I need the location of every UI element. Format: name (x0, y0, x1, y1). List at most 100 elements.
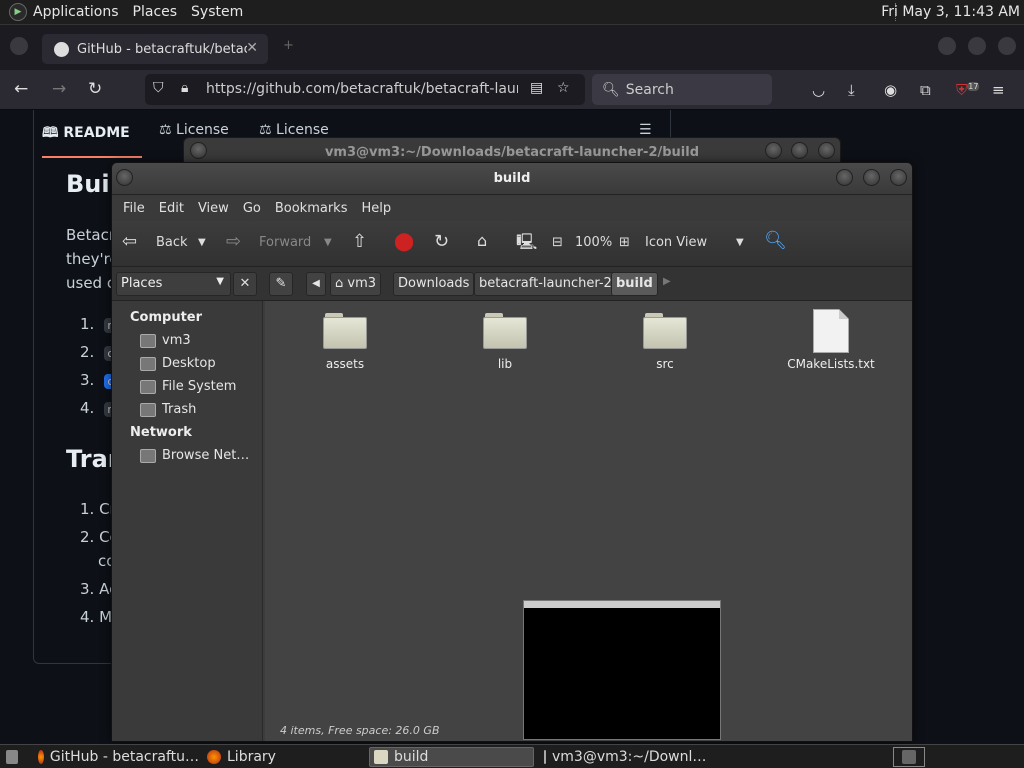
breadcrumb-downloads[interactable]: Downloads (393, 272, 475, 296)
back-button[interactable]: Back (156, 235, 188, 250)
browser-tab[interactable]: GitHub - betacraftuk/betacr ✕ (42, 34, 268, 64)
maximize-button[interactable] (968, 37, 986, 55)
zoom-level: 100% (575, 235, 613, 250)
url-text[interactable]: https://github.com/betacraftuk/betacraft… (206, 81, 518, 97)
account-icon[interactable]: ◉ (884, 81, 897, 99)
forward-arrow-icon[interactable]: ⇨ (226, 231, 241, 252)
reload-icon[interactable]: ↻ (88, 79, 102, 99)
breadcrumb-left-arrow-icon[interactable]: ◀ (306, 272, 326, 296)
taskbar-item-build[interactable]: build (369, 747, 534, 767)
stop-icon[interactable]: ⬤ (394, 231, 414, 252)
browser-tab-bar: GitHub - betacraftuk/betacr ✕ + (0, 25, 1024, 70)
hamburger-menu-icon[interactable]: ≡ (992, 81, 1005, 99)
reader-view-icon[interactable]: ▤ (530, 80, 543, 96)
ublock-icon[interactable]: ⛨17 (956, 81, 980, 99)
places-menu[interactable]: Places (133, 4, 178, 20)
sidebar-heading-network: Network (130, 425, 192, 440)
close-tab-icon[interactable]: ✕ (246, 40, 258, 56)
menu-bookmarks[interactable]: Bookmarks (275, 201, 348, 216)
back-arrow-icon[interactable]: ← (14, 79, 28, 99)
extensions-icon[interactable]: ⧉ (920, 81, 931, 99)
sidebar-item-file-system[interactable]: File System (140, 379, 236, 394)
file-manager-titlebar[interactable]: build (112, 163, 912, 195)
downloads-icon[interactable]: ⤓ (848, 81, 855, 99)
firefox-view-icon[interactable] (10, 37, 28, 55)
url-bar[interactable]: ⛉ 🔒︎ https://github.com/betacraftuk/beta… (145, 74, 585, 105)
sidebar-item-desktop[interactable]: Desktop (140, 356, 216, 371)
zoom-out-icon[interactable]: ⊟ (552, 235, 563, 250)
folder-icon (323, 313, 367, 349)
file-manager-window: build File Edit View Go Bookmarks Help ⇦… (111, 162, 913, 742)
menu-view[interactable]: View (198, 201, 229, 216)
breadcrumb-right-arrow-icon[interactable]: ▶ (663, 276, 671, 287)
lock-icon[interactable]: 🔒︎ (181, 80, 188, 96)
distro-logo-icon[interactable]: ▶ (9, 3, 27, 21)
clock[interactable]: Fri May 3, 11:43 AM (881, 4, 1020, 20)
status-bar-text: 4 items, Free space: 26.0 GB (280, 724, 440, 737)
license-tab-1[interactable]: ⚖ License (159, 122, 229, 138)
readme-tab-underline (42, 156, 142, 158)
toolbar: ⇦ Back ▼ ⇨ Forward ▼ ⇧ ⬤ ↻ ⌂ 🖳︎ ⊟ 100% ⊞… (112, 221, 912, 267)
folder-item-assets[interactable]: assets (285, 313, 405, 371)
terminal-minimize-button[interactable] (765, 142, 782, 159)
folder-item-src[interactable]: src (605, 313, 725, 371)
back-history-dropdown-icon[interactable]: ▼ (198, 237, 206, 248)
sidebar-item-vm3[interactable]: vm3 (140, 333, 191, 348)
breadcrumb-vm3[interactable]: ⌂ vm3 (330, 272, 382, 296)
system-menu[interactable]: System (191, 4, 243, 20)
shield-icon[interactable]: ⛉ (153, 80, 164, 96)
search-icon[interactable]: 🔍︎ (764, 230, 787, 251)
terminal-close-button[interactable] (818, 142, 835, 159)
edit-location-icon[interactable]: ✎ (269, 272, 293, 296)
menu-go[interactable]: Go (243, 201, 261, 216)
search-icon: 🔍︎ (602, 81, 620, 98)
search-placeholder: Search (625, 81, 674, 98)
sidebar-places-select[interactable]: Places ▼ (116, 272, 231, 296)
home-icon[interactable]: ⌂ (477, 231, 487, 250)
maximize-button[interactable] (863, 169, 880, 186)
breadcrumb-build[interactable]: build (611, 272, 658, 296)
forward-arrow-icon[interactable]: → (52, 79, 66, 99)
pocket-icon[interactable]: ◡ (812, 81, 825, 99)
outline-icon[interactable]: ☰ (639, 122, 652, 138)
places-sidebar: Computer vm3 Desktop File System Trash N… (112, 301, 263, 741)
folder-item-lib[interactable]: lib (445, 313, 565, 371)
minimize-button[interactable] (938, 37, 956, 55)
file-item-cmakelists[interactable]: CMakeLists.txt (761, 309, 901, 371)
workspace-switcher[interactable] (893, 747, 925, 767)
computer-icon[interactable]: 🖳︎ (516, 231, 537, 258)
sidebar-item-trash[interactable]: Trash (140, 402, 196, 417)
zoom-in-icon[interactable]: ⊞ (619, 235, 630, 250)
applications-menu[interactable]: Applications (33, 4, 119, 20)
taskbar-item-terminal[interactable]: vm3@vm3:~/Downl… (540, 747, 705, 767)
minimize-button[interactable] (836, 169, 853, 186)
breadcrumb-betacraft-launcher-2[interactable]: betacraft-launcher-2 (474, 272, 617, 296)
taskbar-item-library[interactable]: Library (203, 747, 363, 767)
search-input[interactable]: 🔍︎ Search (592, 74, 772, 105)
text-file-icon (813, 309, 849, 353)
view-mode-select[interactable]: Icon View (645, 235, 707, 250)
sidebar-item-browse-network[interactable]: Browse Net… (140, 448, 249, 463)
ublock-badge: 17 (967, 82, 980, 91)
window-title: build (493, 171, 531, 186)
readme-tab[interactable]: 🕮︎ README (42, 122, 130, 146)
menu-file[interactable]: File (123, 201, 145, 216)
forward-button[interactable]: Forward (259, 235, 311, 250)
reload-icon[interactable]: ↻ (434, 231, 449, 252)
terminal-maximize-button[interactable] (791, 142, 808, 159)
bookmark-star-icon[interactable]: ☆ (557, 80, 570, 96)
close-button[interactable] (890, 169, 907, 186)
chevron-down-icon[interactable]: ▼ (736, 237, 744, 248)
sidebar-heading-computer: Computer (130, 310, 203, 325)
taskbar-item-github[interactable]: GitHub - betacraftu… (34, 747, 199, 767)
menu-edit[interactable]: Edit (159, 201, 184, 216)
menu-help[interactable]: Help (361, 201, 391, 216)
close-sidebar-button[interactable]: ✕ (233, 272, 257, 296)
up-arrow-icon[interactable]: ⇧ (352, 231, 367, 252)
license-tab-2[interactable]: ⚖ License (259, 122, 329, 138)
close-window-button[interactable] (998, 37, 1016, 55)
forward-history-dropdown-icon[interactable]: ▼ (324, 237, 332, 248)
show-desktop-icon[interactable] (2, 747, 24, 767)
back-arrow-icon[interactable]: ⇦ (122, 231, 137, 252)
new-tab-icon[interactable]: + (283, 38, 294, 53)
